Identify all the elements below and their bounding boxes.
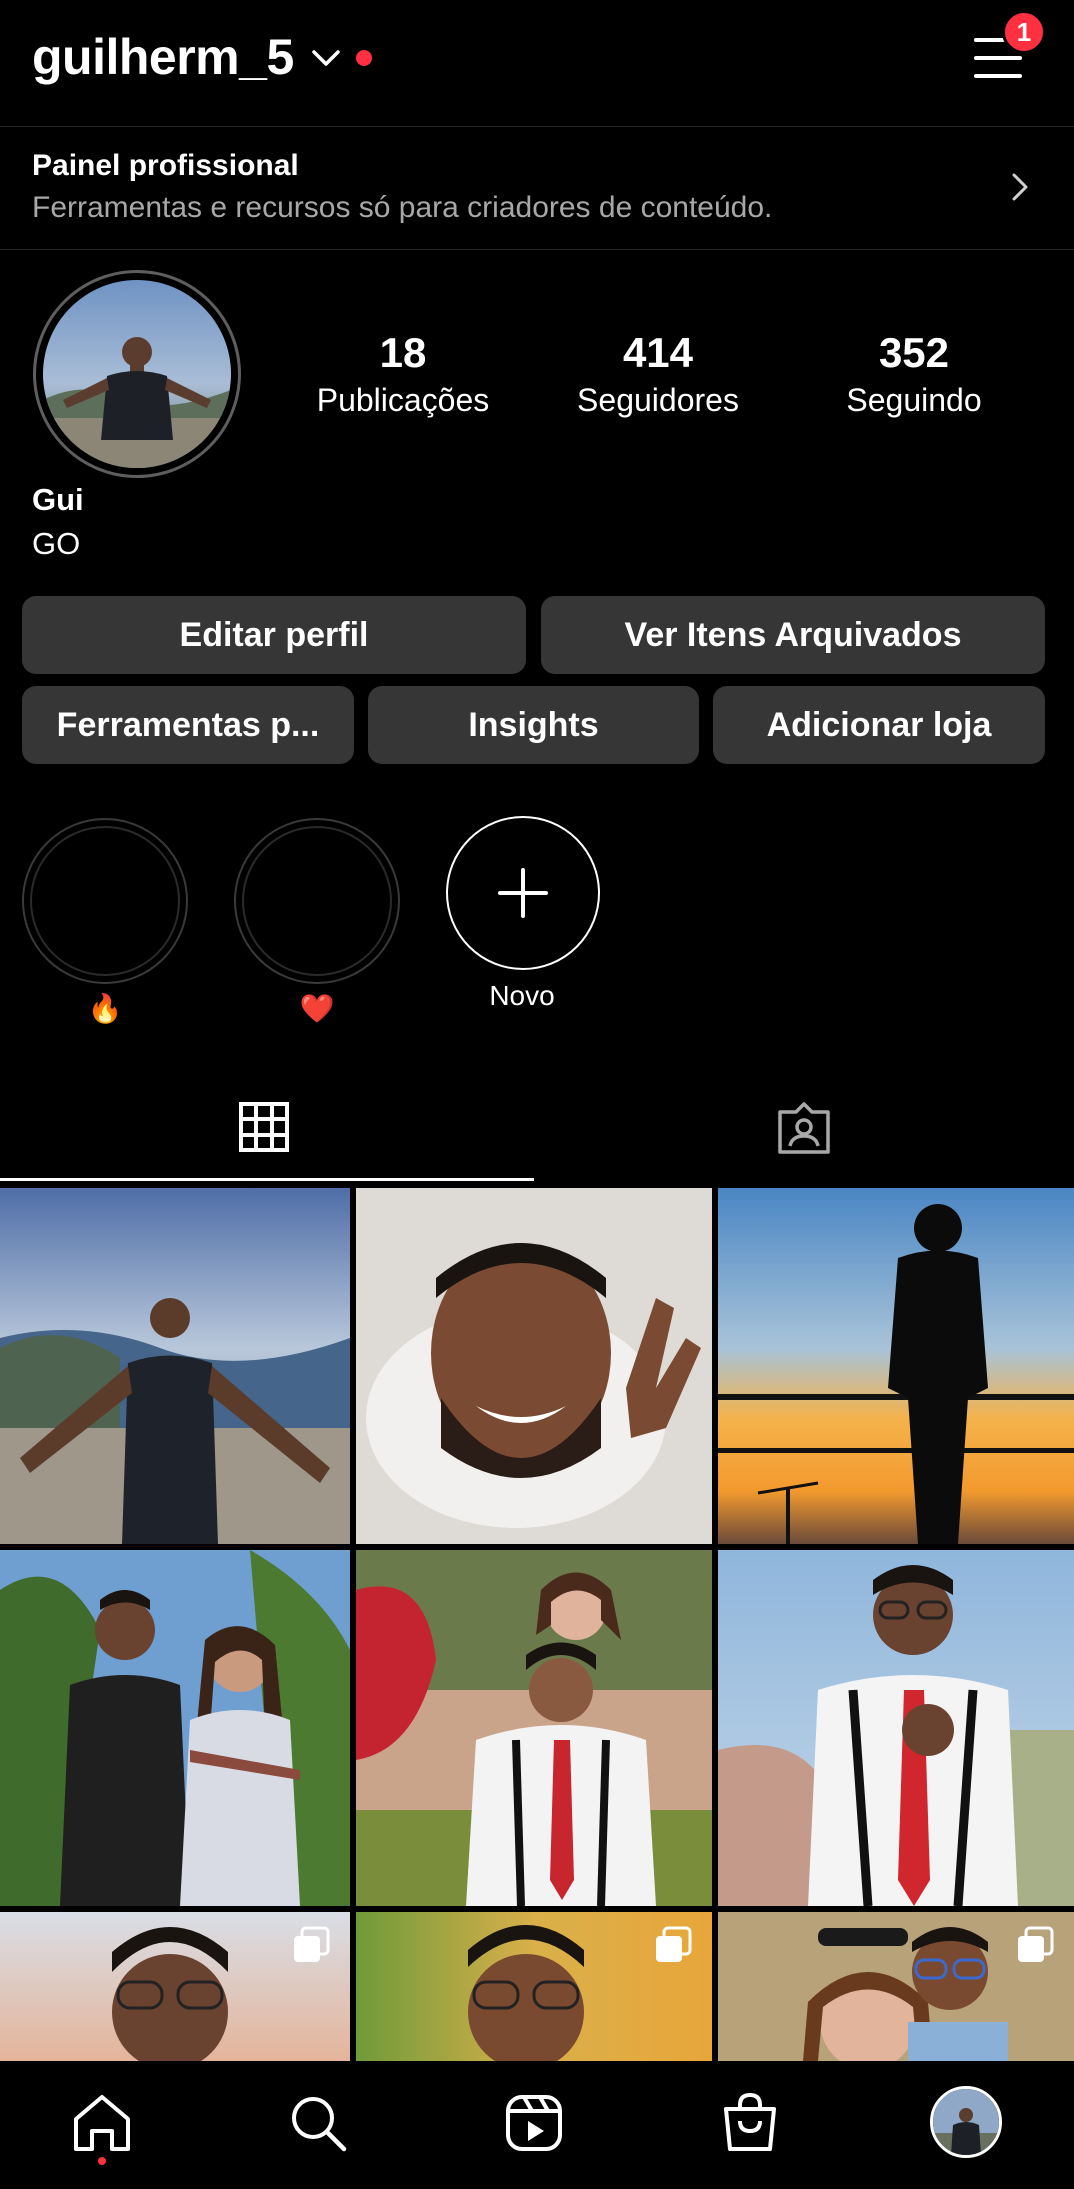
highlight-label: 🔥 — [87, 993, 123, 1024]
carousel-icon — [294, 1926, 330, 1962]
profile-avatar[interactable] — [43, 280, 231, 468]
stat-followers[interactable]: 414 Seguidores — [548, 328, 768, 422]
stat-following[interactable]: 352 Seguindo — [804, 328, 1024, 422]
highlight-cover — [242, 826, 392, 976]
grid-post[interactable] — [0, 1550, 350, 1906]
chevron-right-icon — [1012, 173, 1028, 201]
display-name: Gui — [32, 482, 84, 517]
carousel-icon — [656, 1926, 692, 1962]
profile-bio: GO — [32, 526, 81, 561]
stat-value: 18 — [379, 329, 427, 376]
stat-label: Publicações — [316, 382, 490, 418]
stat-value: 414 — [622, 329, 694, 376]
new-highlight-button[interactable] — [446, 816, 600, 970]
divider — [0, 249, 1074, 250]
tagged-tab[interactable] — [537, 1080, 1074, 1180]
search-icon[interactable] — [286, 2091, 350, 2155]
highlight-label: Novo — [489, 980, 555, 1011]
professional-tools-button[interactable]: Ferramentas p... — [22, 686, 354, 764]
active-tab-indicator — [0, 1178, 534, 1181]
notification-badge: 1 — [1002, 10, 1046, 54]
grid-post[interactable] — [718, 1912, 1074, 2061]
grid-post[interactable] — [718, 1188, 1074, 1544]
professional-dashboard-link[interactable]: Painel profissional Ferramentas e recurs… — [0, 127, 1074, 249]
edit-profile-button[interactable]: Editar perfil — [22, 596, 526, 674]
posts-grid-tab[interactable] — [0, 1080, 537, 1180]
stat-label: Seguidores — [577, 382, 739, 418]
status-dot — [356, 50, 372, 66]
grid-icon — [239, 1102, 289, 1152]
bottom-navigation — [0, 2061, 1074, 2189]
grid-post[interactable] — [0, 1188, 350, 1544]
grid-post[interactable] — [718, 1550, 1074, 1906]
plus-icon — [498, 868, 548, 918]
username-switcher[interactable]: guilherm_5 — [32, 28, 294, 86]
shopping-bag-icon[interactable] — [718, 2091, 782, 2155]
tagged-person-icon — [778, 1102, 830, 1154]
pro-panel-title: Painel profissional — [32, 149, 299, 182]
grid-post[interactable] — [356, 1188, 712, 1544]
stat-value: 352 — [878, 329, 950, 376]
grid-post[interactable] — [356, 1550, 712, 1906]
profile-tab-avatar[interactable] — [930, 2086, 1002, 2158]
stat-posts[interactable]: 18 Publicações — [293, 328, 513, 422]
chevron-down-icon[interactable] — [310, 46, 342, 70]
highlight-cover — [30, 826, 180, 976]
stat-label: Seguindo — [846, 382, 982, 418]
home-icon[interactable] — [70, 2091, 134, 2155]
add-shop-button[interactable]: Adicionar loja — [713, 686, 1045, 764]
pro-panel-subtitle: Ferramentas e recursos só para criadores… — [32, 191, 773, 224]
carousel-icon — [1018, 1926, 1054, 1962]
grid-post[interactable] — [0, 1912, 350, 2061]
archived-items-button[interactable]: Ver Itens Arquivados — [541, 596, 1045, 674]
profile-header: guilherm_5 1 — [0, 0, 1074, 126]
reels-icon[interactable] — [502, 2091, 566, 2155]
highlight-label: ❤️ — [299, 993, 335, 1024]
insights-button[interactable]: Insights — [368, 686, 699, 764]
grid-post[interactable] — [356, 1912, 712, 2061]
home-active-dot — [98, 2157, 106, 2165]
